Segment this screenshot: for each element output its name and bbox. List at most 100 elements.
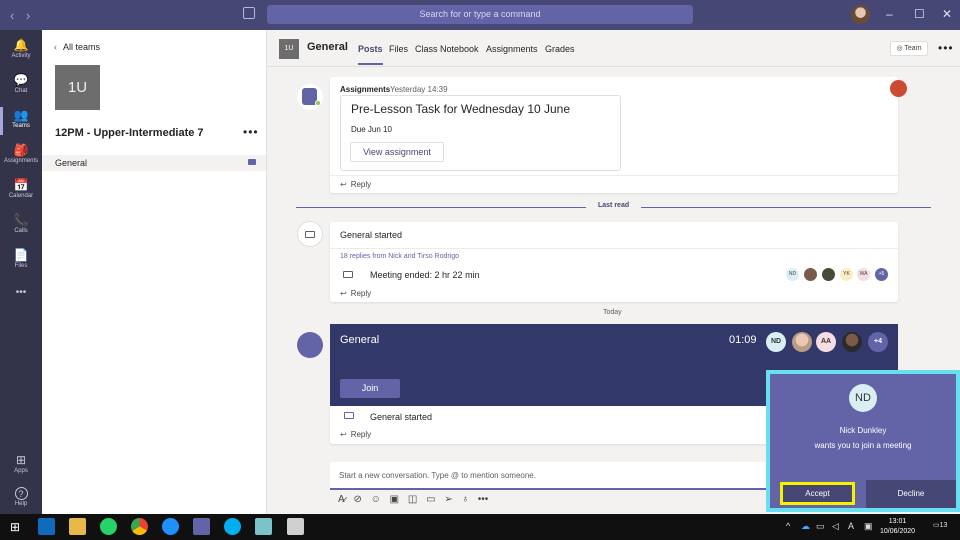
format-icon[interactable]: A̷: [338, 494, 345, 505]
avatar[interactable]: AA: [816, 332, 836, 352]
team-button[interactable]: ◎ Team: [890, 41, 928, 56]
team-more-icon[interactable]: •••: [243, 125, 259, 139]
avatar[interactable]: WA: [857, 268, 870, 281]
calculator-icon[interactable]: [287, 518, 304, 535]
live-meeting-avatar: [297, 332, 323, 358]
chrome-icon[interactable]: [131, 518, 148, 535]
last-read-label: Last read: [586, 202, 642, 209]
decline-button[interactable]: Decline: [866, 480, 956, 508]
rail-item-assignments[interactable]: 🎒 Assignments: [0, 139, 42, 174]
sidebar-item-general[interactable]: General: [42, 155, 266, 171]
avatar[interactable]: ND: [786, 268, 799, 281]
avatar[interactable]: [822, 268, 835, 281]
more-options-icon[interactable]: •••: [478, 494, 489, 505]
emoji-icon[interactable]: ☺: [371, 494, 381, 505]
volume-icon[interactable]: ◁: [832, 521, 839, 532]
chat-icon: 💬: [13, 73, 29, 87]
back-arrow-icon[interactable]: ‹: [10, 8, 14, 23]
rail-item-files[interactable]: 📄 Files: [0, 244, 42, 279]
teams-app-icon[interactable]: [193, 518, 210, 535]
praise-icon[interactable]: ♁: [462, 494, 470, 505]
avatar[interactable]: [842, 332, 862, 352]
rail-item-activity[interactable]: 🔔 Activity: [0, 34, 42, 69]
status-available-icon: [315, 100, 321, 106]
maximize-icon[interactable]: ☐: [914, 7, 925, 21]
close-icon[interactable]: ✕: [942, 7, 952, 21]
send-icon[interactable]: ➢: [444, 494, 452, 505]
today-divider: Today: [603, 309, 622, 316]
tab-files[interactable]: Files: [389, 44, 408, 54]
sticker-icon[interactable]: ◫: [408, 494, 417, 505]
avatar[interactable]: YK: [840, 268, 853, 281]
meeting-ended-text: Meeting ended: 2 hr 22 min: [370, 270, 480, 280]
accept-button[interactable]: Accept: [780, 482, 855, 505]
pen-workspace-icon[interactable]: ▣: [864, 521, 873, 532]
network-icon[interactable]: ▭: [816, 521, 825, 532]
notifications-badge[interactable]: ▭13: [933, 521, 947, 529]
notes-app-icon[interactable]: [255, 518, 272, 535]
outlook-icon[interactable]: [38, 518, 55, 535]
windows-start-icon[interactable]: ⊞: [10, 520, 20, 534]
camera-icon: [343, 271, 353, 278]
tab-grades[interactable]: Grades: [545, 44, 575, 54]
rail-item-teams[interactable]: 👥 Teams: [0, 104, 42, 139]
reply-arrow-icon: ↩: [340, 430, 347, 439]
channel-tile: 1U: [279, 39, 299, 59]
show-hidden-icons-icon[interactable]: ^: [786, 521, 790, 531]
language-indicator[interactable]: A: [848, 521, 854, 531]
assignment-title: Pre-Lesson Task for Wednesday 10 June: [351, 102, 571, 116]
rail-item-more[interactable]: •••: [0, 282, 42, 317]
attach-icon[interactable]: ⊘: [353, 494, 361, 505]
title-bar: ‹ › Search for or type a command – ☐ ✕: [0, 0, 960, 30]
new-chat-icon[interactable]: [243, 7, 255, 19]
internet-explorer-icon[interactable]: [162, 518, 179, 535]
channel-title: General: [307, 41, 348, 53]
avatar[interactable]: [804, 268, 817, 281]
tab-assignments[interactable]: Assignments: [486, 44, 538, 54]
reply-button[interactable]: ↩ Reply: [340, 180, 371, 189]
meeting-avatar: [297, 221, 323, 247]
meeting-started-text: General started: [370, 412, 433, 422]
header-more-icon[interactable]: •••: [938, 41, 954, 55]
rail-item-chat[interactable]: 💬 Chat: [0, 69, 42, 104]
taskbar-clock[interactable]: 13:01 10/06/2020: [880, 517, 915, 537]
rail-item-calls[interactable]: 📞 Calls: [0, 209, 42, 244]
profile-avatar[interactable]: [851, 5, 870, 24]
meet-now-icon[interactable]: ▭: [426, 494, 435, 505]
rail-item-apps[interactable]: ⊞ Apps: [0, 449, 42, 484]
search-input[interactable]: Search for or type a command: [267, 5, 693, 24]
assignment-post: Assignments Yesterday 14:39 Pre-Lesson T…: [330, 77, 898, 193]
caller-name: Nick Dunkley: [839, 426, 887, 435]
team-name: 12PM - Upper-Intermediate 7: [55, 127, 204, 139]
tab-posts[interactable]: Posts: [358, 44, 383, 65]
join-button[interactable]: Join: [340, 379, 400, 398]
forward-arrow-icon[interactable]: ›: [26, 8, 30, 23]
more-icon: •••: [15, 287, 27, 298]
team-tile: 1U: [55, 65, 100, 110]
meeting-timer: 01:09: [729, 334, 757, 346]
more-participants-badge[interactable]: +4: [868, 332, 888, 352]
view-assignment-button[interactable]: View assignment: [350, 142, 444, 162]
avatar[interactable]: ND: [766, 332, 786, 352]
tab-class-notebook[interactable]: Class Notebook: [415, 44, 479, 54]
phone-icon: 📞: [13, 213, 29, 227]
file-explorer-icon[interactable]: [69, 518, 86, 535]
reply-button[interactable]: ↩ Reply: [340, 430, 371, 439]
gif-icon[interactable]: ▣: [390, 494, 399, 505]
rail-item-calendar[interactable]: 📅 Calendar: [0, 174, 42, 209]
onedrive-icon[interactable]: ☁: [801, 521, 810, 532]
reply-button[interactable]: ↩ Reply: [340, 289, 371, 298]
whatsapp-icon[interactable]: [100, 518, 117, 535]
rail-item-help[interactable]: ? Help: [0, 483, 42, 518]
skype-icon[interactable]: [224, 518, 241, 535]
more-participants-badge[interactable]: +5: [875, 268, 888, 281]
new-conversation-input[interactable]: Start a new conversation. Type @ to ment…: [330, 462, 770, 490]
avatar[interactable]: [792, 332, 812, 352]
office-doc-icon[interactable]: [890, 80, 907, 97]
windows-taskbar: ⊞ ^ ☁ ▭ ◁ A ▣ 13:01 10/06/2020 ▭13: [0, 514, 960, 540]
reply-arrow-icon: ↩: [340, 180, 347, 189]
all-teams-link[interactable]: ‹ All teams: [54, 42, 100, 52]
assignment-due: Due Jun 10: [351, 125, 392, 134]
replies-link[interactable]: 18 replies from Nick and Tirso Rodrigo: [340, 253, 459, 260]
minimize-icon[interactable]: –: [886, 7, 893, 21]
